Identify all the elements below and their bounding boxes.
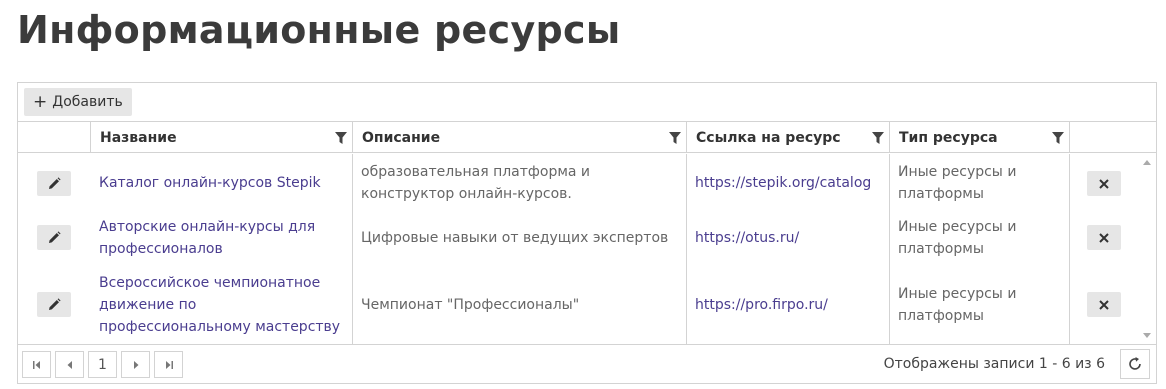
resource-url-link[interactable]: https://pro.firpo.ru/: [695, 294, 828, 316]
pencil-icon: [48, 231, 61, 243]
next-page-button[interactable]: [121, 351, 150, 378]
cell-name: Каталог онлайн-курсов Stepik: [90, 156, 352, 210]
first-page-button[interactable]: [22, 351, 51, 378]
cell-name: Всероссийское чемпионатное движение по п…: [90, 266, 352, 344]
vertical-scrollbar[interactable]: [1139, 154, 1156, 344]
resource-name-link[interactable]: Всероссийское чемпионатное движение по п…: [99, 272, 346, 338]
prev-page-button[interactable]: [55, 351, 84, 378]
resource-url-link[interactable]: https://otus.ru/: [695, 227, 799, 249]
cell-description: Чемпионат "Профессионалы": [352, 266, 686, 344]
close-icon: [1099, 178, 1109, 189]
filter-icon[interactable]: [1052, 132, 1064, 145]
table-row: Каталог онлайн-курсов Stepik образовател…: [18, 156, 1140, 210]
column-header-actions: [1069, 122, 1156, 153]
close-icon: [1099, 232, 1109, 243]
resource-description: Цифровые навыки от ведущих экспертов: [361, 230, 669, 246]
resource-name-link[interactable]: Каталог онлайн-курсов Stepik: [99, 172, 321, 194]
column-header-name-label: Название: [100, 129, 177, 146]
pencil-icon: [48, 177, 61, 189]
scroll-down-arrow-icon[interactable]: [1143, 333, 1151, 338]
cell-type: Иные ресурсы и платформы: [889, 156, 1069, 210]
add-button[interactable]: + Добавить: [24, 88, 132, 116]
current-page-number: 1: [98, 356, 107, 373]
cell-link: https://otus.ru/: [686, 210, 889, 266]
cell-type: Иные ресурсы и платформы: [889, 210, 1069, 266]
resource-name-link[interactable]: Авторские онлайн-курсы для профессионало…: [99, 216, 346, 260]
grid-toolbar: + Добавить: [18, 83, 1156, 122]
cell-description: Цифровые навыки от ведущих экспертов: [352, 210, 686, 266]
delete-button[interactable]: [1087, 225, 1121, 250]
resource-url-link[interactable]: https://stepik.org/catalog: [695, 172, 871, 194]
refresh-button[interactable]: [1120, 349, 1150, 379]
resource-type: Иные ресурсы и платформы: [898, 219, 1017, 257]
edit-button[interactable]: [37, 171, 71, 196]
pager: 1 Отображены записи 1 - 6 из 6: [18, 344, 1156, 383]
cell-type: Иные ресурсы и платформы: [889, 266, 1069, 344]
page-title: Информационные ресурсы: [17, 8, 621, 52]
filter-icon[interactable]: [669, 132, 681, 145]
last-page-button[interactable]: [154, 351, 183, 378]
add-button-label: Добавить: [52, 94, 123, 110]
resource-type: Иные ресурсы и платформы: [898, 286, 1017, 324]
resource-description: образовательная платформа и конструктор …: [361, 164, 591, 202]
next-page-icon: [133, 360, 138, 369]
cell-link: https://pro.firpo.ru/: [686, 266, 889, 344]
column-header-type[interactable]: Тип ресурса: [889, 122, 1069, 153]
column-header-type-label: Тип ресурса: [899, 129, 998, 146]
column-header-link[interactable]: Ссылка на ресурс: [686, 122, 889, 153]
prev-page-icon: [67, 360, 72, 369]
pencil-icon: [48, 298, 61, 310]
resource-type: Иные ресурсы и платформы: [898, 164, 1017, 202]
scroll-up-arrow-icon[interactable]: [1143, 160, 1151, 165]
page-number-button[interactable]: 1: [88, 351, 117, 378]
close-icon: [1099, 299, 1109, 310]
pager-info: Отображены записи 1 - 6 из 6: [883, 356, 1105, 372]
resource-description: Чемпионат "Профессионалы": [361, 297, 580, 313]
filter-icon[interactable]: [335, 132, 347, 145]
delete-button[interactable]: [1087, 292, 1121, 317]
column-header-name[interactable]: Название: [90, 122, 352, 153]
edit-button[interactable]: [37, 225, 71, 250]
delete-button[interactable]: [1087, 171, 1121, 196]
resources-grid: + Добавить Название Описание Ссылка на р…: [17, 82, 1157, 384]
last-page-icon: [165, 360, 173, 369]
column-header-description-label: Описание: [362, 129, 441, 146]
filter-icon[interactable]: [872, 132, 884, 145]
table-row: Всероссийское чемпионатное движение по п…: [18, 266, 1140, 344]
plus-icon: +: [33, 91, 48, 112]
first-page-icon: [32, 360, 40, 369]
column-header-link-label: Ссылка на ресурс: [696, 129, 841, 146]
grid-header: Название Описание Ссылка на ресурс Тип р…: [18, 122, 1156, 153]
cell-description: образовательная платформа и конструктор …: [352, 156, 686, 210]
cell-name: Авторские онлайн-курсы для профессионало…: [90, 210, 352, 266]
column-header-description[interactable]: Описание: [352, 122, 686, 153]
grid-body: Каталог онлайн-курсов Stepik образовател…: [18, 154, 1156, 344]
table-row: Авторские онлайн-курсы для профессионало…: [18, 210, 1140, 266]
edit-button[interactable]: [37, 292, 71, 317]
cell-link: https://stepik.org/catalog: [686, 156, 889, 210]
refresh-icon: [1129, 357, 1141, 370]
